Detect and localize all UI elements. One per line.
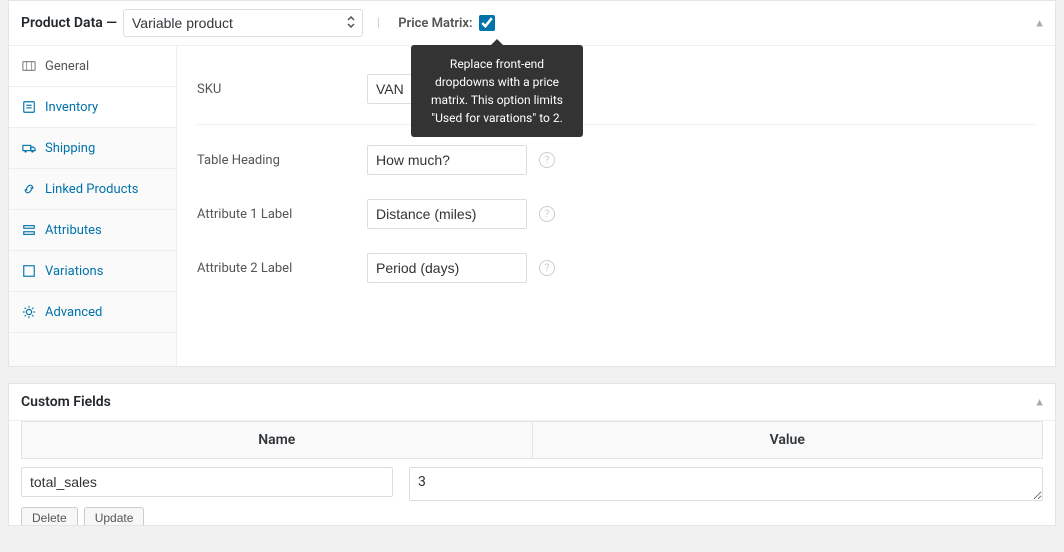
price-matrix-tooltip: Replace front-end dropdowns with a price… bbox=[411, 45, 583, 137]
product-type-select[interactable]: Variable product bbox=[123, 9, 363, 37]
custom-fields-table-head: Name Value bbox=[21, 421, 1043, 459]
custom-field-name-input[interactable] bbox=[21, 467, 393, 497]
label-table-heading: Table Heading bbox=[197, 153, 367, 168]
product-data-tabs: General Inventory Shipping Linked Produc… bbox=[9, 46, 177, 366]
delete-button[interactable]: Delete bbox=[21, 507, 78, 525]
row-sku: SKU bbox=[197, 62, 1035, 125]
tab-label: Attributes bbox=[45, 223, 102, 238]
inventory-icon bbox=[21, 99, 37, 115]
label-sku: SKU bbox=[197, 82, 367, 97]
link-icon bbox=[21, 181, 37, 197]
label-attr2: Attribute 2 Label bbox=[197, 261, 367, 276]
product-data-panel: Product Data — Variable product | Price … bbox=[8, 0, 1056, 367]
attributes-icon bbox=[21, 222, 37, 238]
price-matrix-checkbox[interactable] bbox=[479, 15, 495, 31]
custom-field-actions: Delete Update bbox=[21, 507, 1043, 525]
label-attr1: Attribute 1 Label bbox=[197, 207, 367, 222]
tab-variations[interactable]: Variations bbox=[9, 251, 176, 292]
tab-label: Advanced bbox=[45, 305, 102, 320]
gear-icon bbox=[21, 304, 37, 320]
tab-inventory[interactable]: Inventory bbox=[9, 87, 176, 128]
row-attr2: Attribute 2 Label ? bbox=[197, 241, 1035, 295]
shipping-icon bbox=[21, 140, 37, 156]
separator: | bbox=[377, 16, 380, 31]
tab-attributes[interactable]: Attributes bbox=[9, 210, 176, 251]
tab-advanced[interactable]: Advanced bbox=[9, 292, 176, 333]
input-table-heading[interactable] bbox=[367, 145, 527, 175]
price-matrix-toggle[interactable]: Price Matrix: bbox=[398, 12, 497, 34]
custom-fields-header: Custom Fields ▲ bbox=[9, 384, 1055, 421]
product-data-title: Product Data — bbox=[21, 15, 117, 31]
row-attr1: Attribute 1 Label ? bbox=[197, 187, 1035, 241]
product-data-header: Product Data — Variable product | Price … bbox=[9, 1, 1055, 46]
input-attr2[interactable] bbox=[367, 253, 527, 283]
price-matrix-label-text: Price Matrix: bbox=[398, 16, 472, 31]
row-table-heading: Table Heading ? bbox=[197, 133, 1035, 187]
form-area: SKU Table Heading ? Attribute 1 Label ? … bbox=[177, 46, 1055, 366]
tab-general[interactable]: General bbox=[9, 46, 176, 87]
tab-linked-products[interactable]: Linked Products bbox=[9, 169, 176, 210]
variations-icon bbox=[21, 263, 37, 279]
tab-label: Variations bbox=[45, 264, 103, 279]
custom-fields-body: Name Value Delete Update bbox=[9, 421, 1055, 525]
column-value: Value bbox=[532, 422, 1043, 458]
custom-field-row bbox=[21, 467, 1043, 501]
custom-fields-panel: Custom Fields ▲ Name Value Delete Update bbox=[8, 383, 1056, 526]
tab-shipping[interactable]: Shipping bbox=[9, 128, 176, 169]
tab-label: Inventory bbox=[45, 100, 98, 115]
custom-fields-title: Custom Fields bbox=[21, 394, 111, 410]
custom-field-value-textarea[interactable] bbox=[409, 467, 1043, 501]
collapse-toggle-icon[interactable]: ▲ bbox=[1034, 17, 1045, 30]
tab-label: Shipping bbox=[45, 141, 95, 156]
tab-label: General bbox=[45, 59, 89, 74]
help-icon[interactable]: ? bbox=[539, 152, 555, 168]
collapse-toggle-icon[interactable]: ▲ bbox=[1034, 396, 1045, 409]
tab-label: Linked Products bbox=[45, 182, 138, 197]
update-button[interactable]: Update bbox=[84, 507, 145, 525]
column-name: Name bbox=[22, 422, 532, 458]
help-icon[interactable]: ? bbox=[539, 260, 555, 276]
general-icon bbox=[21, 58, 37, 74]
help-icon[interactable]: ? bbox=[539, 206, 555, 222]
input-attr1[interactable] bbox=[367, 199, 527, 229]
